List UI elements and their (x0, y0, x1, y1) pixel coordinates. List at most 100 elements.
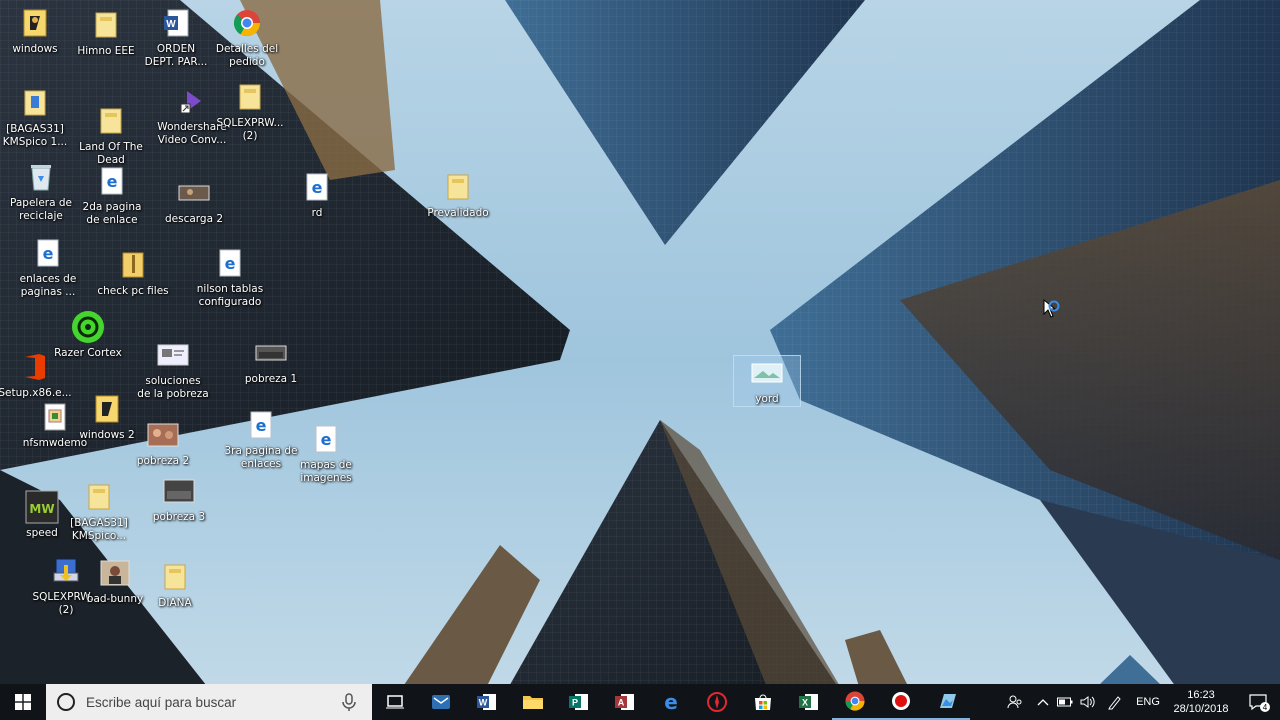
pen-workspace-button[interactable] (1100, 684, 1130, 720)
task-view-icon (386, 695, 404, 709)
taskbar-edge-button[interactable]: e (648, 684, 694, 720)
word-document-icon: W (159, 6, 193, 40)
desktop-icon-recycle-bin[interactable]: Papelera de reciclaje (3, 160, 79, 223)
volume-button[interactable] (1076, 684, 1100, 720)
desktop-icon-orden-dept[interactable]: W ORDEN DEPT. PAR... (138, 6, 214, 69)
desktop-icon-nilson-tablas[interactable]: e nilson tablas configurado (192, 246, 268, 309)
image-thumbnail-icon (146, 418, 180, 452)
task-view-button[interactable] (372, 684, 418, 720)
taskbar-search-box[interactable]: Escribe aquí para buscar (46, 684, 372, 720)
folder-icon (89, 8, 123, 42)
desktop-icon-label: Papelera de reciclaje (9, 197, 72, 222)
desktop-icon-label: descarga 2 (164, 213, 224, 225)
battery-button[interactable] (1054, 684, 1076, 720)
publisher-icon: P (569, 694, 588, 710)
taskbar-excel-button[interactable]: X (786, 684, 832, 720)
desktop-icon-label: Setup.x86.e... (0, 387, 72, 399)
desktop-icon-mapas-de-imagenes[interactable]: e mapas de imagenes (288, 422, 364, 485)
desktop-icon-label: check pc files (97, 285, 169, 297)
taskbar-store-button[interactable] (740, 684, 786, 720)
edge-file-icon: e (309, 422, 343, 456)
taskbar-access-button[interactable]: A (602, 684, 648, 720)
speaker-icon (1080, 696, 1095, 708)
mail-icon (432, 695, 450, 709)
edge-file-icon: e (300, 170, 334, 204)
people-button[interactable] (998, 684, 1032, 720)
windows-logo-icon (15, 694, 31, 710)
image-thumbnail-icon (156, 338, 190, 372)
mouse-cursor-busy-icon (1043, 298, 1060, 318)
desktop-icon-label: enlaces de paginas ... (19, 273, 77, 298)
desktop-icon-pobreza-2[interactable]: pobreza 2 (125, 418, 201, 468)
desktop-icon-label: 2da pagina de enlace (82, 201, 142, 226)
installer-icon (38, 400, 72, 434)
excel-icon: X (799, 694, 818, 710)
desktop-icon-land-of-the-dead[interactable]: Land Of The Dead (73, 104, 149, 167)
razer-cortex-icon (71, 310, 105, 344)
file-explorer-icon (523, 696, 543, 709)
desktop-icon-check-pc-files[interactable]: check pc files (95, 248, 171, 298)
edge-icon: e (664, 691, 678, 713)
taskbar-file-explorer-button[interactable] (510, 684, 556, 720)
desktop-icon-yord[interactable]: yord (733, 355, 801, 407)
desktop-icon-kmspico[interactable]: [BAGAS31] KMSpico 1... (0, 86, 73, 149)
desktop-icon-label: Detalles del pedido (215, 43, 279, 68)
chevron-up-icon (1037, 699, 1049, 706)
desktop-icon-setup-x86[interactable]: Setup.x86.e... (0, 350, 73, 400)
svg-text:e: e (225, 254, 236, 273)
desktop-icon-label: nilson tablas configurado (196, 283, 264, 308)
desktop-icon-label: Prevalidado (427, 207, 489, 219)
access-icon: A (615, 694, 634, 710)
desktop-icon-soluciones-pobreza[interactable]: soluciones de la pobreza (135, 338, 211, 401)
taskbar-chrome-button[interactable] (832, 684, 878, 720)
taskbar-photo-viewer-button[interactable] (924, 684, 970, 720)
clock-time: 16:23 (1187, 689, 1215, 701)
svg-text:MW: MW (29, 502, 54, 516)
taskbar-publisher-button[interactable]: P (556, 684, 602, 720)
taskbar-word-button[interactable]: W (464, 684, 510, 720)
search-placeholder: Escribe aquí para buscar (86, 694, 237, 710)
desktop-icon-rd[interactable]: e rd (279, 170, 355, 220)
desktop-icon-pobreza-1[interactable]: pobreza 1 (233, 336, 309, 386)
desktop-icon-2da-pagina[interactable]: e 2da pagina de enlace (74, 164, 150, 227)
office-icon (18, 350, 52, 384)
pen-icon (1108, 696, 1121, 710)
desktop-icon-label: [BAGAS31] KMSpico 1... (2, 123, 68, 148)
desktop-icon-descarga-2[interactable]: descarga 2 (156, 176, 232, 226)
desktop-icon-sqlexprw-folder[interactable]: SQLEXPRW... (2) (212, 80, 288, 143)
svg-text:W: W (479, 698, 488, 708)
desktop-icon-label: pobreza 1 (244, 373, 298, 385)
folder-icon (82, 480, 116, 514)
start-button[interactable] (0, 684, 46, 720)
desktop-icon-diana[interactable]: DIANA (137, 560, 213, 610)
desktop-icon-pobreza-3[interactable]: pobreza 3 (141, 474, 217, 524)
desktop-icon-label: yord (755, 393, 779, 405)
clock-button[interactable]: 16:23 28/10/2018 (1166, 684, 1236, 720)
image-thumbnail-icon (750, 356, 784, 390)
desktop-icon-himno-eee[interactable]: Himno EEE (68, 8, 144, 58)
edge-file-icon: e (95, 164, 129, 198)
desktop-icon-label: soluciones de la pobreza (137, 375, 209, 400)
image-thumbnail-icon (254, 336, 288, 370)
desktop-icon-label: DIANA (158, 597, 192, 609)
windows-shortcut-icon (90, 392, 124, 426)
input-language-button[interactable]: ENG (1130, 684, 1166, 720)
show-hidden-icons-button[interactable] (1032, 684, 1054, 720)
microphone-icon[interactable] (338, 692, 360, 712)
desktop-icon-prevalidado[interactable]: Prevalidado (420, 170, 496, 220)
taskbar-recorder-button[interactable] (878, 684, 924, 720)
svg-text:e: e (312, 178, 323, 197)
svg-text:W: W (166, 19, 176, 30)
edge-file-icon: e (31, 236, 65, 270)
system-tray: ENG 16:23 28/10/2018 4 (998, 684, 1280, 720)
desktop-icon-enlaces-de-paginas[interactable]: e enlaces de paginas ... (10, 236, 86, 299)
taskbar-mail-button[interactable] (418, 684, 464, 720)
taskbar-razer-button[interactable] (694, 684, 740, 720)
chrome-icon (230, 6, 264, 40)
desktop-icon-kmspico-folder[interactable]: [BAGAS31] KMSpico... (61, 480, 137, 543)
desktop-icon-detalles-del-pedido[interactable]: Detalles del pedido (209, 6, 285, 69)
people-icon (1007, 695, 1022, 709)
action-center-button[interactable]: 4 (1236, 684, 1280, 720)
desktop-icon-windows[interactable]: windows (0, 6, 73, 56)
recycle-bin-icon (24, 160, 58, 194)
